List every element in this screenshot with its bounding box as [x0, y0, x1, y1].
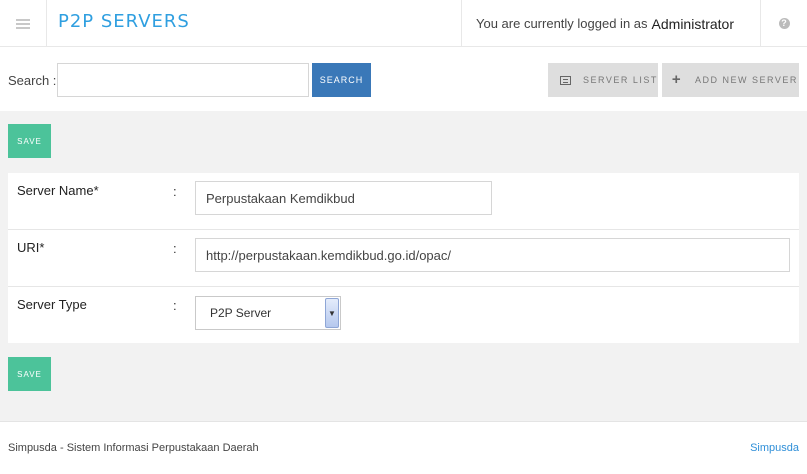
separator-colon: : [173, 184, 177, 199]
list-icon [558, 75, 572, 85]
uri-field[interactable] [195, 238, 790, 272]
add-new-server-button[interactable]: + ADD NEW SERVER [662, 63, 799, 97]
form-row-server-name: Server Name* : [8, 173, 799, 230]
search-label: Search : [8, 73, 57, 88]
search-button[interactable]: SEARCH [312, 63, 371, 97]
server-type-select[interactable]: P2P Server ▼ [195, 296, 341, 330]
server-type-label: Server Type [17, 297, 87, 312]
current-user: Administrator [651, 15, 734, 32]
server-name-field[interactable] [195, 181, 492, 215]
help-button[interactable]: ? [761, 0, 807, 47]
page-title: P2P SERVERS [58, 11, 190, 32]
chevron-down-icon: ▼ [325, 298, 339, 328]
form-row-uri: URI* : [8, 230, 799, 287]
server-form: Server Name* : URI* : Server Type : P2P … [8, 173, 799, 343]
top-header: P2P SERVERS You are currently logged in … [0, 0, 807, 47]
page-footer: Simpusda - Sistem Informasi Perpustakaan… [0, 421, 807, 474]
server-list-label: SERVER LIST [583, 75, 658, 85]
server-type-selected: P2P Server [210, 306, 272, 320]
plus-icon: + [671, 71, 683, 88]
footer-text: Simpusda - Sistem Informasi Perpustakaan… [8, 442, 259, 454]
uri-label: URI* [17, 240, 45, 255]
separator-colon: : [173, 241, 177, 256]
server-list-button[interactable]: SERVER LIST [548, 63, 658, 97]
save-button-top[interactable]: SAVE [8, 124, 51, 158]
form-row-server-type: Server Type : P2P Server ▼ [8, 287, 799, 343]
save-button-bottom[interactable]: SAVE [8, 357, 51, 391]
server-name-label: Server Name* [17, 183, 99, 198]
separator-colon: : [173, 298, 177, 313]
footer-link-simpusda[interactable]: Simpusda [750, 442, 799, 454]
main-content: SAVE Server Name* : URI* : Server Type :… [0, 111, 807, 421]
login-prefix: You are currently logged in as [476, 16, 648, 31]
question-circle-icon: ? [778, 18, 790, 29]
search-input[interactable] [57, 63, 309, 97]
search-bar: Search : SEARCH SERVER LIST + ADD NEW SE… [0, 47, 807, 111]
hamburger-icon [16, 18, 30, 29]
add-new-server-label: ADD NEW SERVER [695, 75, 798, 85]
login-status: You are currently logged in as Administr… [461, 0, 761, 47]
menu-toggle-button[interactable] [0, 0, 47, 47]
